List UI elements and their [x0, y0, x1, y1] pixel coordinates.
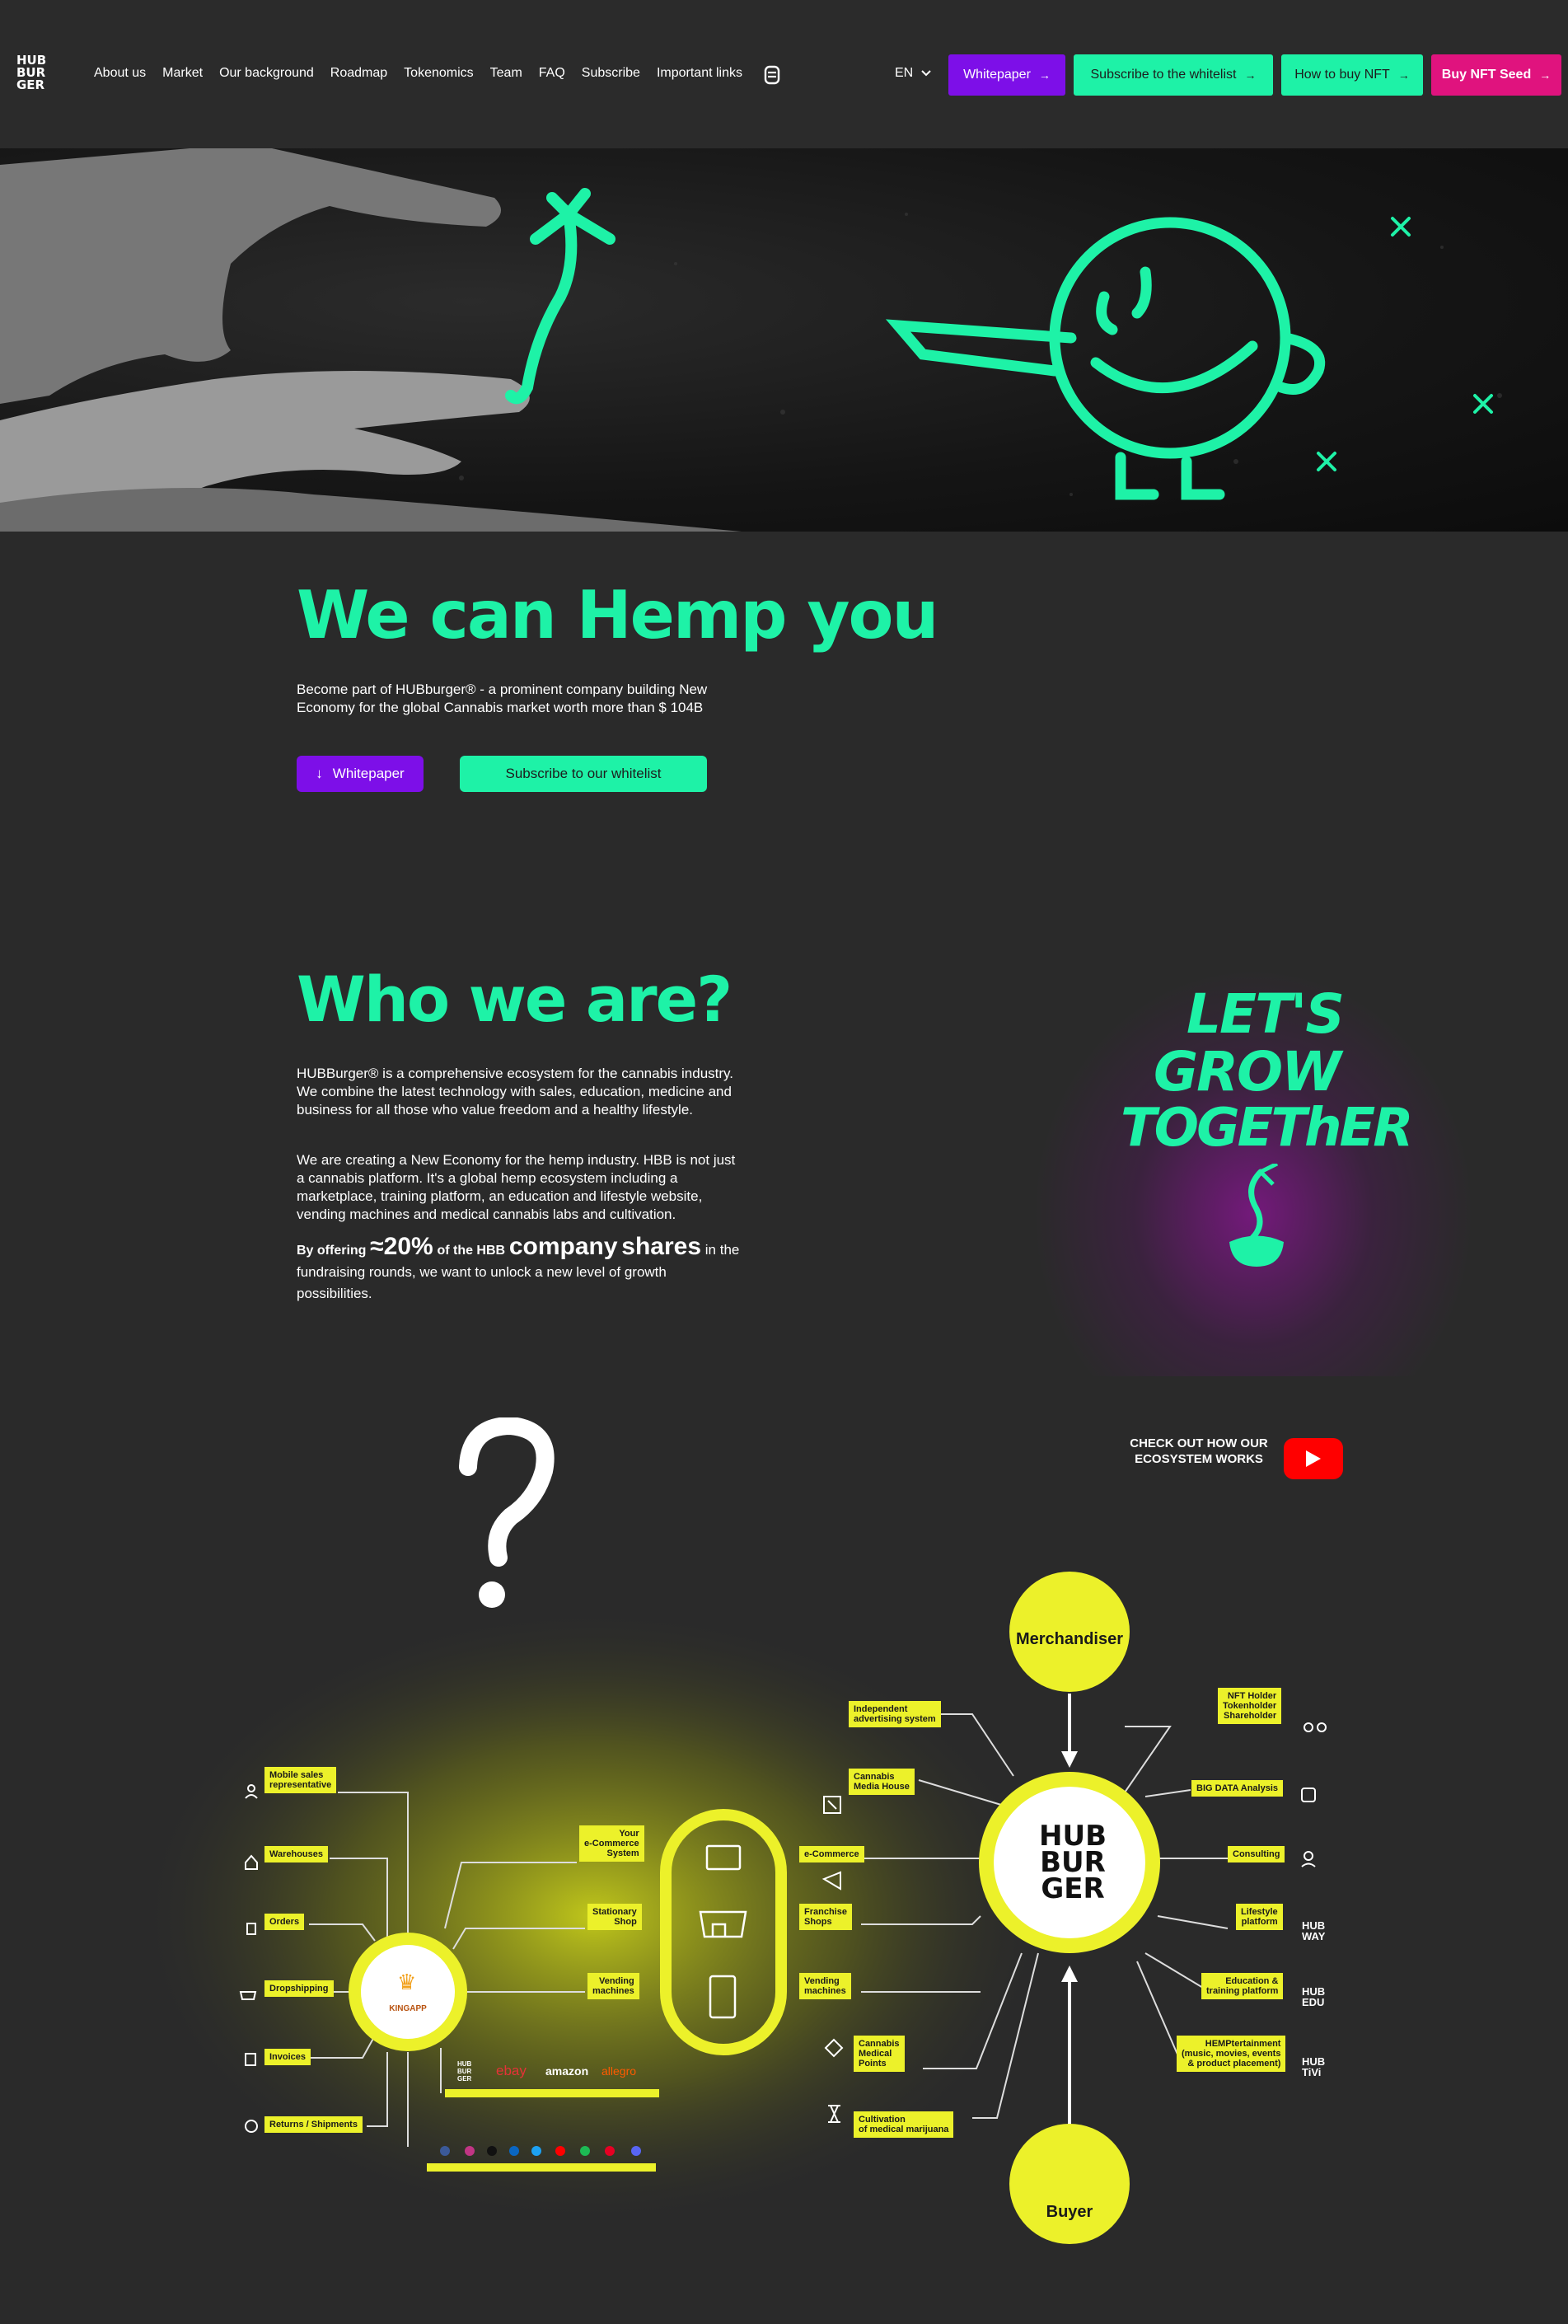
language-label: EN — [895, 66, 914, 80]
hero-whitepaper-button[interactable]: ↓ Whitepaper — [297, 756, 424, 792]
lets-grow-together-art: LET'S GROW TOGEThER — [1013, 948, 1475, 1376]
who-paragraph-1: HUBBurger® is a comprehensive ecosystem … — [297, 1066, 733, 1117]
download-arrow-icon: ↓ — [316, 766, 323, 781]
buy-nft-seed-button[interactable]: Buy NFT Seed → — [1431, 54, 1561, 96]
tag-big-data: BIG DATA Analysis — [1191, 1780, 1284, 1797]
buy-nft-seed-label: Buy NFT Seed — [1441, 68, 1532, 82]
tag-cultivation: Cultivation of medical marijuana — [854, 2111, 954, 2138]
arrow-right-icon: → — [1244, 68, 1257, 82]
nav-our-background[interactable]: Our background — [219, 66, 314, 81]
arrow-right-icon: → — [1539, 68, 1552, 82]
who-we-are-title: Who we are? — [297, 963, 733, 1036]
buyer-circle — [1009, 2124, 1130, 2244]
sprout-doodle — [505, 188, 615, 405]
marketplace-hubburger: HUB BUR GER — [457, 2060, 472, 2083]
tag-stationary-shop: Stationary Shop — [587, 1904, 642, 1930]
arrow-right-icon: → — [1397, 68, 1410, 82]
hub-logo-line-3: GER — [1041, 1872, 1105, 1905]
tag-lifestyle: Lifestyle platform — [1236, 1904, 1283, 1930]
chevron-down-icon — [921, 70, 931, 77]
slogan-line-3: TOGEThER — [1121, 1098, 1414, 1159]
tag-consulting: Consulting — [1228, 1846, 1285, 1862]
main-nav: About us Market Our background Roadmap T… — [94, 66, 742, 81]
how-to-buy-button[interactable]: How to buy NFT → — [1281, 54, 1423, 96]
arrow-right-icon: → — [1038, 68, 1051, 82]
slogan-line-2: GROW — [1154, 1040, 1341, 1103]
nav-team[interactable]: Team — [490, 66, 522, 81]
how-to-buy-label: How to buy NFT — [1294, 68, 1390, 82]
hubway-logo: HUB WAY — [1302, 1919, 1326, 1942]
hero-banner — [0, 148, 1568, 532]
tag-medical-points: Cannabis Medical Points — [854, 2036, 905, 2072]
offering-statement: By offering ≈20% of the HBB company shar… — [297, 1233, 742, 1305]
hero-title: We can Hemp you — [297, 577, 938, 654]
crown-icon: ♛ — [397, 1970, 417, 1994]
nav-faq[interactable]: FAQ — [539, 66, 565, 81]
marketplace-amazon: amazon — [545, 2064, 589, 2078]
marketplaces-bar — [445, 2089, 659, 2097]
play-icon — [1306, 1450, 1321, 1467]
subscribe-whitelist-label: Subscribe to the whitelist — [1090, 68, 1237, 82]
tag-education: Education & training platform — [1201, 1973, 1284, 1999]
logo-line-3: GER — [16, 77, 45, 92]
marketplace-allegro: allegro — [601, 2064, 637, 2078]
tag-nft-holder: NFT Holder Tokenholder Shareholder — [1218, 1688, 1282, 1724]
offer-part-c: of the HBB — [437, 1244, 506, 1258]
wallet-icon[interactable] — [763, 64, 781, 86]
whitepaper-button-label: Whitepaper — [963, 68, 1031, 82]
potted-sprout-doodle — [1229, 1164, 1284, 1267]
hands-image — [0, 148, 742, 532]
tag-mobile-sales: Mobile sales representative — [264, 1767, 337, 1793]
tag-warehouses: Warehouses — [264, 1846, 329, 1862]
hero-whitelist-button[interactable]: Subscribe to our whitelist — [460, 756, 707, 792]
kingapp-logo: KINGAPP — [389, 2004, 427, 2013]
tag-media-house: Cannabis Media House — [849, 1769, 915, 1795]
buyer-label: Buyer — [1046, 2203, 1093, 2221]
offer-company: company — [508, 1233, 618, 1260]
nav-roadmap[interactable]: Roadmap — [330, 66, 387, 81]
offer-shares: shares — [621, 1233, 702, 1260]
ecosystem-diagram — [132, 1572, 1327, 2244]
tag-your-ecommerce: Your e-Commerce System — [579, 1825, 644, 1862]
hero-description: Become part of HUBburger® - a prominent … — [297, 682, 708, 715]
hubedu-logo: HUB EDU — [1302, 1985, 1326, 2008]
merchandiser-label: Merchandiser — [1015, 1630, 1124, 1648]
tag-returns-shipments: Returns / Shipments — [264, 2116, 363, 2133]
nav-about-us[interactable]: About us — [94, 66, 146, 81]
site-header: HUB BUR GER About us Market Our backgrou… — [0, 0, 1568, 148]
tag-dropshipping: Dropshipping — [264, 1980, 334, 1997]
tag-orders: Orders — [264, 1914, 305, 1930]
tag-ecommerce: e-Commerce — [799, 1846, 864, 1862]
tag-vending-right: Vending machines — [799, 1973, 851, 1999]
offer-percent: ≈20% — [370, 1233, 433, 1260]
nav-important-links[interactable]: Important links — [657, 66, 742, 81]
site-logo[interactable]: HUB BUR GER — [16, 54, 54, 96]
tag-hemptertainment: HEMPtertainment (music, movies, events &… — [1177, 2036, 1286, 2072]
hero-whitepaper-label: Whitepaper — [332, 766, 405, 781]
hubtivi-logo: HUB TiVi — [1302, 2055, 1326, 2078]
smiley-globe-doodle — [885, 217, 1493, 500]
tag-independent-advertising: Independent advertising system — [849, 1701, 941, 1727]
subscribe-whitelist-button[interactable]: Subscribe to the whitelist → — [1074, 54, 1273, 96]
slogan-line-1: LET'S — [1187, 982, 1345, 1046]
marketplace-ebay: ebay — [496, 2063, 527, 2078]
hero-whitelist-label: Subscribe to our whitelist — [505, 766, 662, 781]
hero-illustration — [0, 148, 1502, 532]
who-paragraph-2: We are creating a New Economy for the he… — [297, 1152, 736, 1222]
offer-part-a: By offering — [297, 1244, 367, 1258]
youtube-play-button[interactable] — [1284, 1438, 1343, 1479]
nav-tokenomics[interactable]: Tokenomics — [404, 66, 473, 81]
whitepaper-button[interactable]: Whitepaper → — [948, 54, 1065, 96]
hub-center-logo: HUB BUR GER — [1032, 1822, 1114, 1905]
nav-market[interactable]: Market — [162, 66, 203, 81]
tag-franchise-shops: Franchise Shops — [799, 1904, 852, 1930]
social-bar — [427, 2163, 656, 2172]
nav-subscribe[interactable]: Subscribe — [582, 66, 640, 81]
language-selector[interactable]: EN — [895, 66, 931, 81]
tag-invoices: Invoices — [264, 2049, 311, 2065]
tag-vending-left: Vending machines — [587, 1973, 639, 1999]
video-prompt-text: CHECK OUT HOW OUR ECOSYSTEM WORKS — [1130, 1436, 1268, 1466]
